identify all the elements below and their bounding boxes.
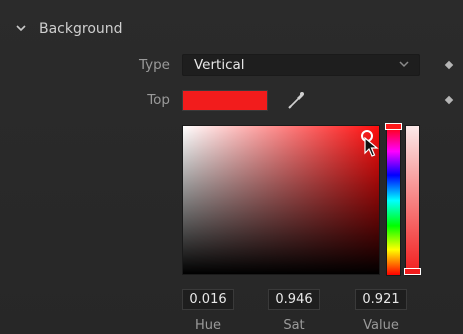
saturation-value-area[interactable] — [182, 125, 380, 275]
hue-slider[interactable] — [386, 125, 401, 276]
type-dropdown-value: Vertical — [194, 57, 245, 73]
top-label: Top — [147, 92, 170, 108]
chevron-down-icon — [398, 56, 410, 75]
keyframe-diamond-icon[interactable] — [444, 95, 454, 105]
value-slider-handle[interactable] — [404, 268, 421, 275]
type-label: Type — [138, 57, 170, 73]
hue-input[interactable]: 0.016 — [182, 289, 234, 310]
chevron-down-icon[interactable] — [14, 22, 28, 36]
type-dropdown[interactable]: Vertical — [182, 54, 420, 76]
value-input[interactable]: 0.921 — [355, 289, 407, 310]
top-color-swatch[interactable] — [182, 90, 268, 111]
inspector-panel: Background Type Vertical Top 0.016 0.946… — [0, 0, 463, 334]
sat-input[interactable]: 0.946 — [268, 289, 320, 310]
section-title[interactable]: Background — [39, 21, 123, 37]
hue-slider-handle[interactable] — [385, 123, 402, 130]
mouse-pointer-icon — [364, 136, 380, 159]
keyframe-diamond-icon[interactable] — [444, 60, 454, 70]
value-slider[interactable] — [405, 125, 420, 276]
sat-label: Sat — [283, 318, 305, 333]
value-label: Value — [363, 318, 399, 333]
hue-label: Hue — [194, 318, 221, 333]
eyedropper-icon[interactable] — [286, 89, 306, 111]
